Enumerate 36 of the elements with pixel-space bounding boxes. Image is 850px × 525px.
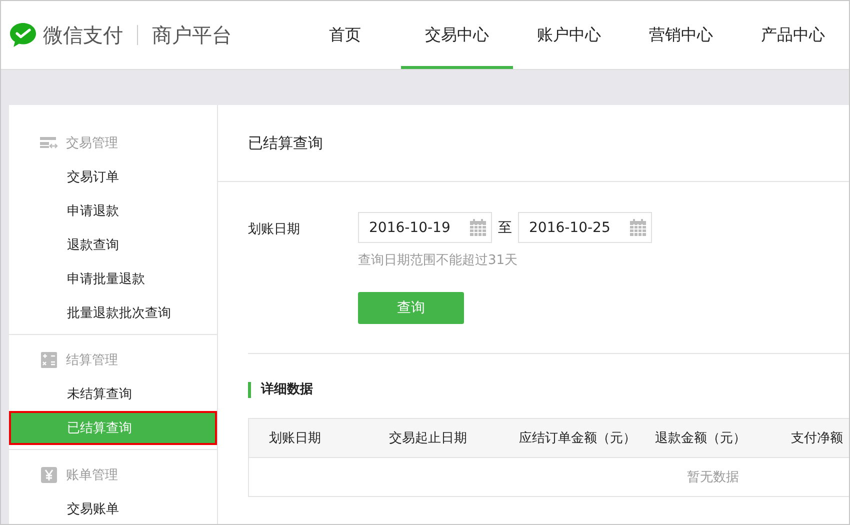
empty-message: 暂无数据 [687,469,739,486]
end-date-field[interactable]: 2016-10-25 [518,212,652,243]
nav-tab[interactable]: 首页 [289,1,401,69]
field-label: 划账日期 [248,221,301,239]
nav-tab[interactable]: 交易中心 [401,1,513,69]
sidebar-item[interactable]: 未结算查询 [9,377,217,411]
sidebar-item[interactable]: 退款查询 [9,228,217,262]
date-range-hint: 查询日期范围不能超过31天 [358,252,518,269]
section-title: 详细数据 [248,382,849,398]
platform-name: 商户平台 [152,22,232,48]
range-separator: 至 [498,218,512,236]
sidebar-item[interactable]: 申请退款 [9,194,217,228]
column-header: 应结订单金额（元） [519,430,637,447]
column-header: 划账日期 [269,430,322,447]
sidebar-group-title: 交易管理 [66,135,118,152]
chat-bubble-check-logo-icon [9,22,37,48]
page-title: 已结算查询 [248,134,323,152]
brand-name: 微信支付 [43,22,123,48]
nav-tab[interactable]: 产品中心 [737,1,849,69]
nav-tab[interactable]: 账户中心 [513,1,625,69]
column-header: 支付净额 [791,430,844,447]
sidebar-item[interactable]: 批量退款批次查询 [9,296,217,330]
yen-icon [40,467,58,483]
calculator-icon [40,352,58,368]
sidebar-item[interactable]: 交易账单 [9,492,217,524]
nav-tab[interactable]: 营销中心 [625,1,737,69]
start-date-field[interactable]: 2016-10-19 [358,212,492,243]
sidebar-item[interactable]: 交易订单 [9,160,217,194]
calendar-icon [470,219,486,236]
column-header: 退款金额（元） [655,430,747,447]
card-arrows-icon [40,137,58,149]
sidebar-group-title: 账单管理 [66,467,118,484]
sidebar-item[interactable]: 申请批量退款 [9,262,217,296]
calendar-icon [630,219,646,236]
sidebar-group-title: 结算管理 [66,352,118,369]
column-header: 交易起止日期 [389,430,468,447]
